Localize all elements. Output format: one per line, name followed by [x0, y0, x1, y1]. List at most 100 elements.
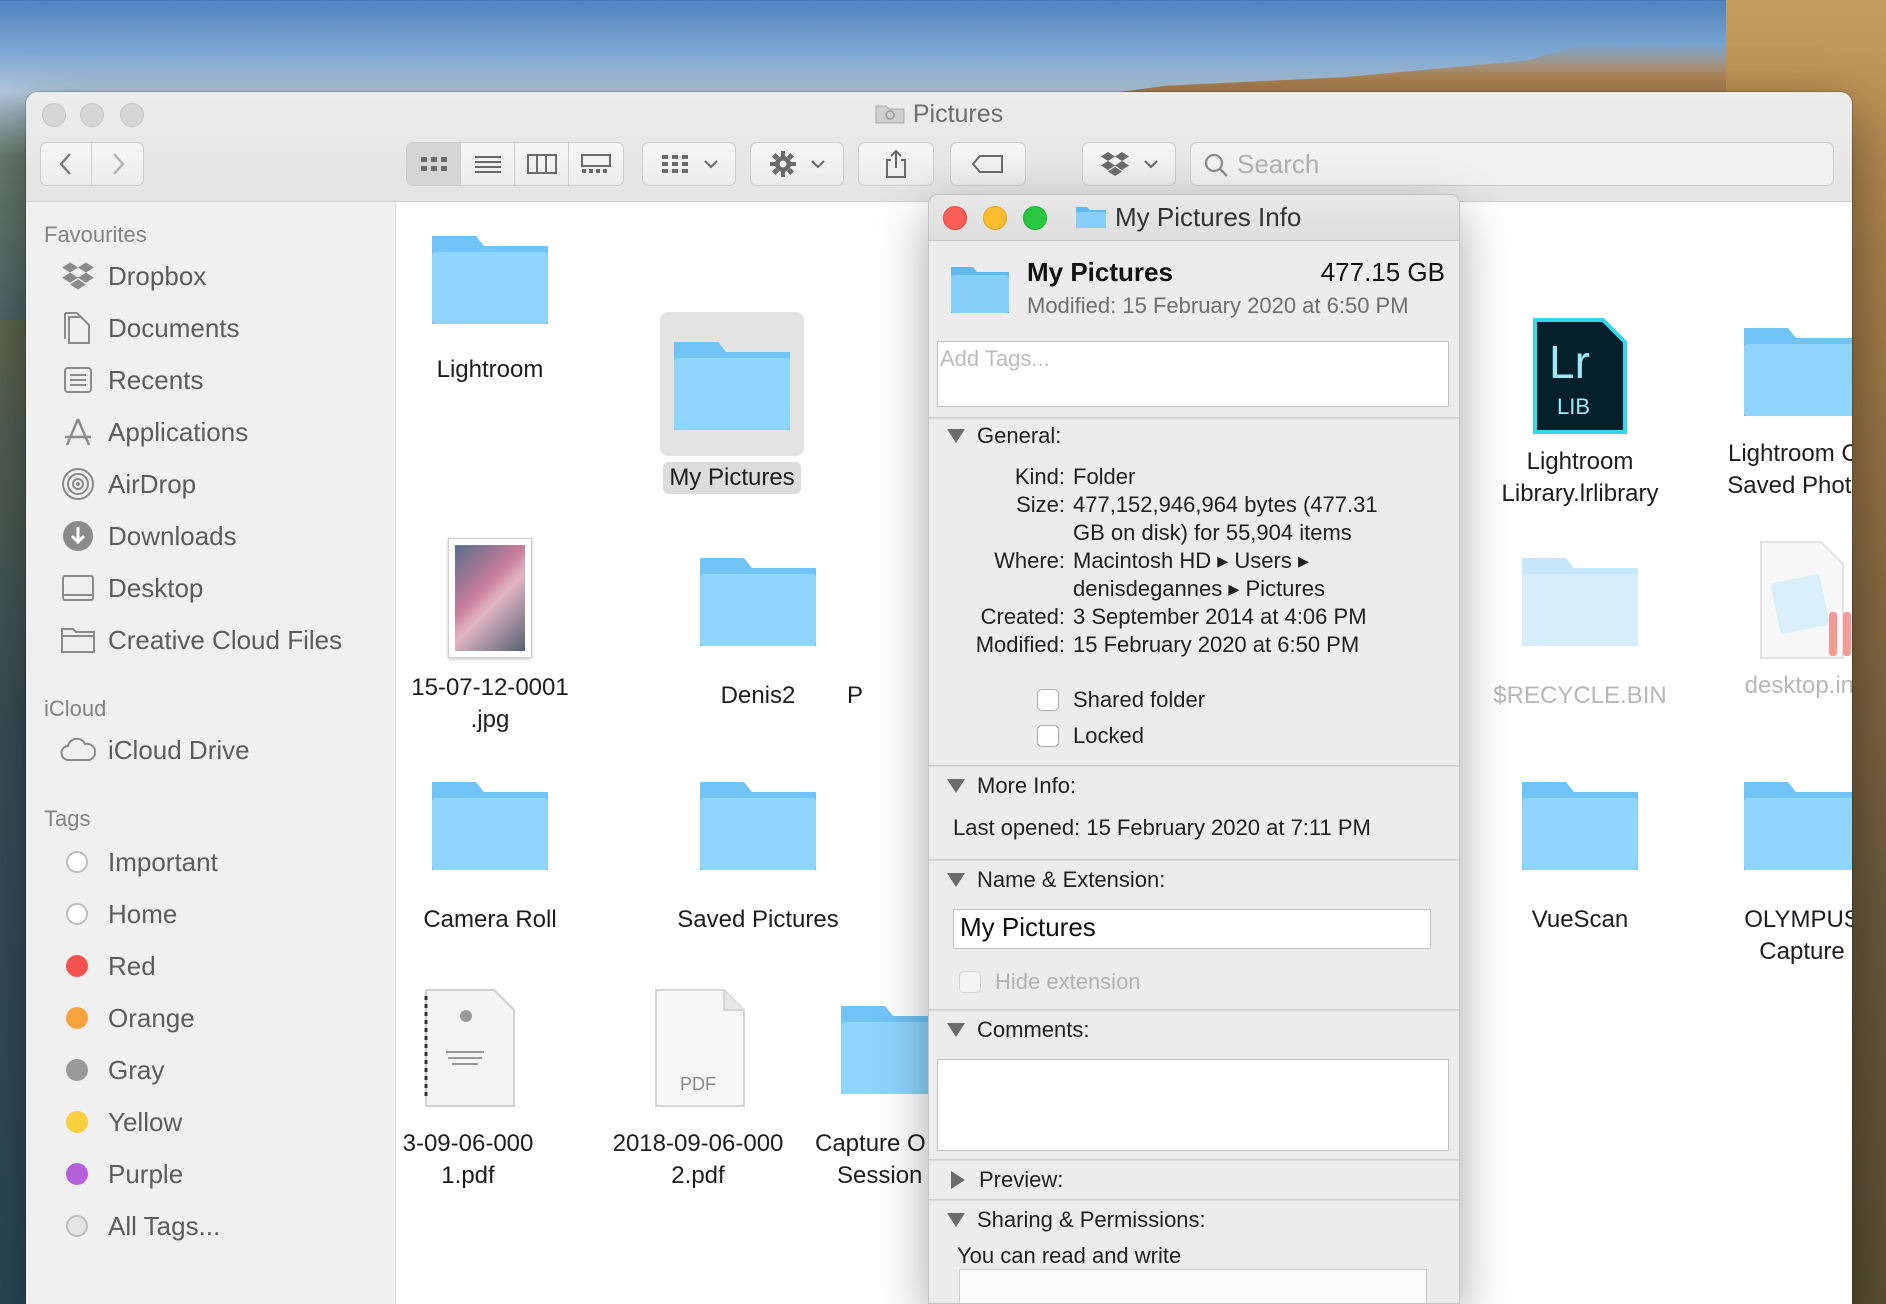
folder-lightroom[interactable]: Lightroom: [385, 228, 595, 386]
folder-icon: [1522, 782, 1638, 870]
close-button[interactable]: [943, 206, 967, 230]
sidebar-item-documents[interactable]: Documents: [26, 308, 396, 348]
file-pdf-2[interactable]: PDF 2018-09-06-000 2.pdf: [583, 986, 813, 1192]
group-by-button[interactable]: [642, 142, 736, 186]
divider: [929, 765, 1459, 767]
checkbox-box[interactable]: [1037, 689, 1059, 711]
folder-vuescan[interactable]: VueScan: [1475, 774, 1685, 936]
folder-recycle-bin[interactable]: $RECYCLE.BIN: [1475, 550, 1685, 712]
zoom-button[interactable]: [1023, 206, 1047, 230]
lightroom-library-icon: Lr LIB: [1533, 318, 1627, 434]
sidebar-tag-gray[interactable]: Gray: [26, 1050, 396, 1090]
sidebar-item-recents[interactable]: Recents: [26, 360, 396, 400]
share-button[interactable]: [858, 142, 934, 186]
sidebar-item-icloud-drive[interactable]: iCloud Drive: [26, 730, 396, 770]
sidebar-tag-red[interactable]: Red: [26, 946, 396, 986]
list-view-button[interactable]: [461, 143, 515, 185]
search-input[interactable]: [1237, 148, 1833, 180]
hide-extension-checkbox: Hide extension: [959, 969, 1141, 995]
tag-dot-icon: [66, 955, 88, 977]
tag-dot-icon: [66, 903, 88, 925]
sidebar-item-desktop[interactable]: Desktop: [26, 568, 396, 608]
share-icon: [886, 149, 906, 178]
gallery-view-button[interactable]: [569, 143, 623, 185]
sidebar-item-creative-cloud-files[interactable]: Creative Cloud Files: [26, 620, 396, 660]
folder-lightroom-cc[interactable]: Lightroom CC Saved Photos: [1697, 320, 1852, 502]
svg-text:Lr: Lr: [1549, 336, 1590, 388]
comments-textarea[interactable]: [937, 1059, 1449, 1151]
sidebar-item-applications[interactable]: Applications: [26, 412, 396, 452]
sidebar-heading-icloud: iCloud: [44, 696, 107, 721]
section-comments-toggle[interactable]: Comments:: [947, 1017, 1089, 1043]
folder-my-pictures[interactable]: My Pictures: [627, 312, 837, 494]
sidebar-tag-important[interactable]: Important: [26, 842, 396, 882]
folder-olympus-capture[interactable]: OLYMPUS Capture: [1697, 774, 1852, 968]
folder-icon: [674, 342, 790, 430]
sidebar-all-tags[interactable]: All Tags...: [26, 1206, 396, 1246]
locked-checkbox[interactable]: Locked: [1037, 723, 1144, 749]
file-partial[interactable]: P: [847, 680, 877, 712]
section-sharing-toggle[interactable]: Sharing & Permissions:: [947, 1207, 1206, 1233]
name-field[interactable]: [953, 909, 1431, 949]
action-button[interactable]: [750, 142, 844, 186]
permissions-table[interactable]: [959, 1269, 1427, 1303]
section-general-toggle[interactable]: General:: [947, 423, 1061, 449]
forward-button[interactable]: [92, 143, 143, 185]
sidebar-item-downloads[interactable]: Downloads: [26, 516, 396, 556]
dropbox-menu-button[interactable]: [1082, 142, 1176, 186]
applications-icon: [58, 415, 98, 449]
tag-dot-icon: [66, 851, 88, 873]
sidebar-tag-yellow[interactable]: Yellow: [26, 1102, 396, 1142]
info-item-size: 477.15 GB: [1320, 257, 1445, 287]
file-15-07-12-0001-jpg[interactable]: 15-07-12-0001 .jpg: [385, 538, 595, 736]
sharing-status-text: You can read and write: [957, 1243, 1182, 1268]
section-preview-toggle[interactable]: Preview:: [947, 1167, 1063, 1193]
grid-icon: [420, 157, 447, 171]
minimize-button[interactable]: [983, 206, 1007, 230]
edit-tags-button[interactable]: [950, 142, 1026, 186]
shared-folder-checkbox[interactable]: Shared folder: [1037, 687, 1205, 713]
divider: [929, 859, 1459, 861]
add-tags-input[interactable]: [938, 342, 1448, 376]
icon-view-button[interactable]: [407, 143, 461, 185]
section-more-info-toggle[interactable]: More Info:: [947, 773, 1076, 799]
section-name-extension-toggle[interactable]: Name & Extension:: [947, 867, 1165, 893]
group-grid-icon: [662, 155, 688, 173]
gallery-icon: [581, 154, 611, 173]
cloud-icon: [58, 733, 98, 767]
sidebar-item-airdrop[interactable]: AirDrop: [26, 464, 396, 504]
text-file-icon: [1760, 541, 1851, 659]
folder-icon: [1075, 205, 1107, 236]
sidebar-tag-orange[interactable]: Orange: [26, 998, 396, 1038]
tag-dot-icon: [66, 1163, 88, 1185]
airdrop-icon: [58, 467, 98, 501]
info-item-modified: Modified: 15 February 2020 at 6:50 PM: [1027, 293, 1409, 318]
file-lightroom-library[interactable]: Lr LIB Lightroom Library.lrlibrary: [1466, 316, 1694, 510]
folder-camera-roll[interactable]: Camera Roll: [385, 774, 595, 936]
file-pdf-1[interactable]: 3-09-06-000 1.pdf: [363, 986, 573, 1192]
divider: [929, 1199, 1459, 1201]
chevron-left-icon: [59, 153, 71, 175]
file-desktop-ini[interactable]: desktop.ini: [1697, 538, 1852, 702]
selection-highlight: [660, 312, 804, 456]
sidebar-tag-purple[interactable]: Purple: [26, 1154, 396, 1194]
pictures-folder-icon: [875, 102, 905, 124]
name-input[interactable]: [960, 912, 1424, 943]
sidebar-tag-home[interactable]: Home: [26, 894, 396, 934]
divider: [929, 1159, 1459, 1161]
sidebar: Favourites Dropbox Documents Recents App…: [26, 202, 396, 1304]
search-icon: [1204, 153, 1228, 177]
tag-dot-icon: [66, 1007, 88, 1029]
photo-thumbnail: [448, 538, 532, 658]
folder-saved-pictures[interactable]: Saved Pictures: [653, 774, 863, 936]
sidebar-item-dropbox[interactable]: Dropbox: [26, 256, 396, 296]
column-view-button[interactable]: [515, 143, 569, 185]
folder-icon: [432, 236, 548, 324]
checkbox-box[interactable]: [1037, 725, 1059, 747]
back-button[interactable]: [41, 143, 93, 185]
dropbox-icon: [58, 259, 98, 293]
search-field[interactable]: [1190, 142, 1834, 186]
sidebar-heading-favourites: Favourites: [44, 222, 147, 247]
add-tags-field[interactable]: [937, 341, 1449, 407]
folder-denis2[interactable]: Denis2: [653, 550, 863, 712]
